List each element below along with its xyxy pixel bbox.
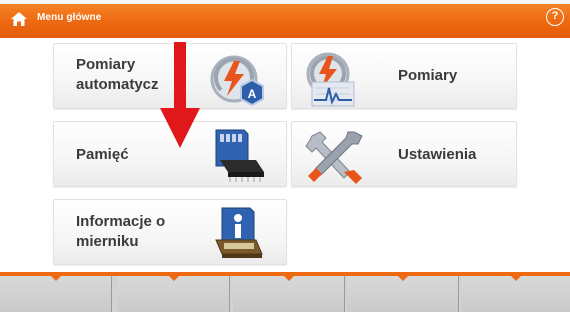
softkey-4[interactable] — [347, 276, 459, 312]
softkey-5[interactable] — [461, 276, 570, 312]
memory-chip-icon — [215, 129, 264, 182]
softkey-2[interactable] — [118, 276, 230, 312]
measurement-icon — [306, 52, 355, 107]
softkey-1[interactable] — [0, 276, 112, 312]
meter-info-icon — [215, 207, 263, 258]
tile-label: Ustawienia — [398, 146, 477, 163]
softkey-bar — [0, 272, 570, 312]
red-down-arrow-icon — [160, 42, 200, 148]
help-icon[interactable]: ? — [546, 8, 564, 26]
softkey-notch — [50, 276, 61, 281]
softkey-notch — [168, 276, 179, 281]
status-strip — [0, 0, 570, 4]
tile-label: Pamięć — [76, 146, 129, 163]
title-bar: Menu główne ? — [0, 0, 570, 38]
tile-label: Pomiary automatycz — [76, 56, 159, 93]
tile-label: Informacje o mierniku — [76, 213, 166, 250]
auto-measurement-icon: A — [210, 55, 264, 107]
softkey-notch — [397, 276, 408, 281]
tile-label: Pomiary — [398, 67, 458, 84]
settings-tools-icon — [305, 131, 363, 184]
softkey-3[interactable] — [233, 276, 345, 312]
softkey-notch — [283, 276, 294, 281]
tile-settings[interactable]: Ustawienia — [291, 121, 517, 187]
home-icon[interactable] — [10, 10, 28, 28]
page-title: Menu główne — [37, 12, 102, 23]
tile-measurements[interactable]: Pomiary — [291, 43, 517, 109]
svg-text:A: A — [248, 87, 257, 101]
softkey-notch — [510, 276, 521, 281]
tile-meter-info[interactable]: Informacje o mierniku — [53, 199, 287, 265]
